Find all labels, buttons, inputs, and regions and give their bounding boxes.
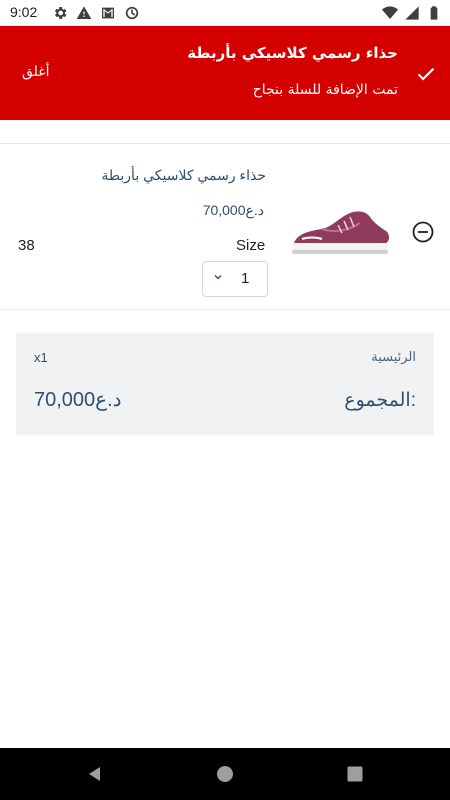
quantity-value: 1 — [241, 270, 250, 287]
product-image[interactable] — [288, 203, 392, 261]
total-label: المجموع: — [344, 390, 416, 411]
screen: 9:02 حذاء رسمي كلاسيكي بأربطة تمت الإضاف… — [0, 0, 450, 800]
success-toast: حذاء رسمي كلاسيكي بأربطة تمت الإضافة للس… — [0, 26, 450, 120]
item-price: 70,000د.ع — [202, 202, 264, 218]
navigation-bar — [0, 748, 450, 800]
item-name[interactable]: حذاء رسمي كلاسيكي بأربطة — [101, 167, 266, 184]
recents-icon[interactable] — [346, 765, 364, 783]
size-label: Size — [236, 237, 266, 254]
item-count: x1 — [34, 350, 48, 365]
header-strip — [0, 120, 450, 144]
back-icon[interactable] — [86, 765, 104, 783]
store-name: الرئيسية — [371, 349, 416, 364]
status-time: 9:02 — [10, 4, 38, 20]
toast-title: حذاء رسمي كلاسيكي بأربطة — [187, 44, 398, 62]
wifi-icon — [382, 6, 398, 19]
cart-summary: الرئيسية x1 المجموع: 70,000د.ع — [16, 333, 434, 435]
warning-icon — [76, 6, 92, 19]
toast-message: تمت الإضافة للسلة بنجاح — [252, 82, 398, 98]
total-value: 70,000د.ع — [34, 389, 122, 411]
mail-icon — [102, 7, 114, 19]
check-icon — [417, 67, 435, 81]
gear-icon — [54, 7, 67, 19]
status-bar: 9:02 — [0, 0, 450, 26]
size-value: 38 — [18, 237, 35, 254]
chevron-down-icon — [214, 275, 222, 280]
battery-icon — [430, 6, 438, 20]
remove-item-icon[interactable] — [412, 221, 434, 243]
quantity-select[interactable]: 1 — [202, 261, 268, 297]
toast-close-button[interactable]: أغلق — [22, 64, 50, 80]
home-icon[interactable] — [216, 765, 234, 783]
sync-icon — [125, 6, 139, 20]
signal-icon — [405, 6, 419, 20]
cart-item: حذاء رسمي كلاسيكي بأربطة 70,000د.ع Size … — [0, 145, 450, 310]
